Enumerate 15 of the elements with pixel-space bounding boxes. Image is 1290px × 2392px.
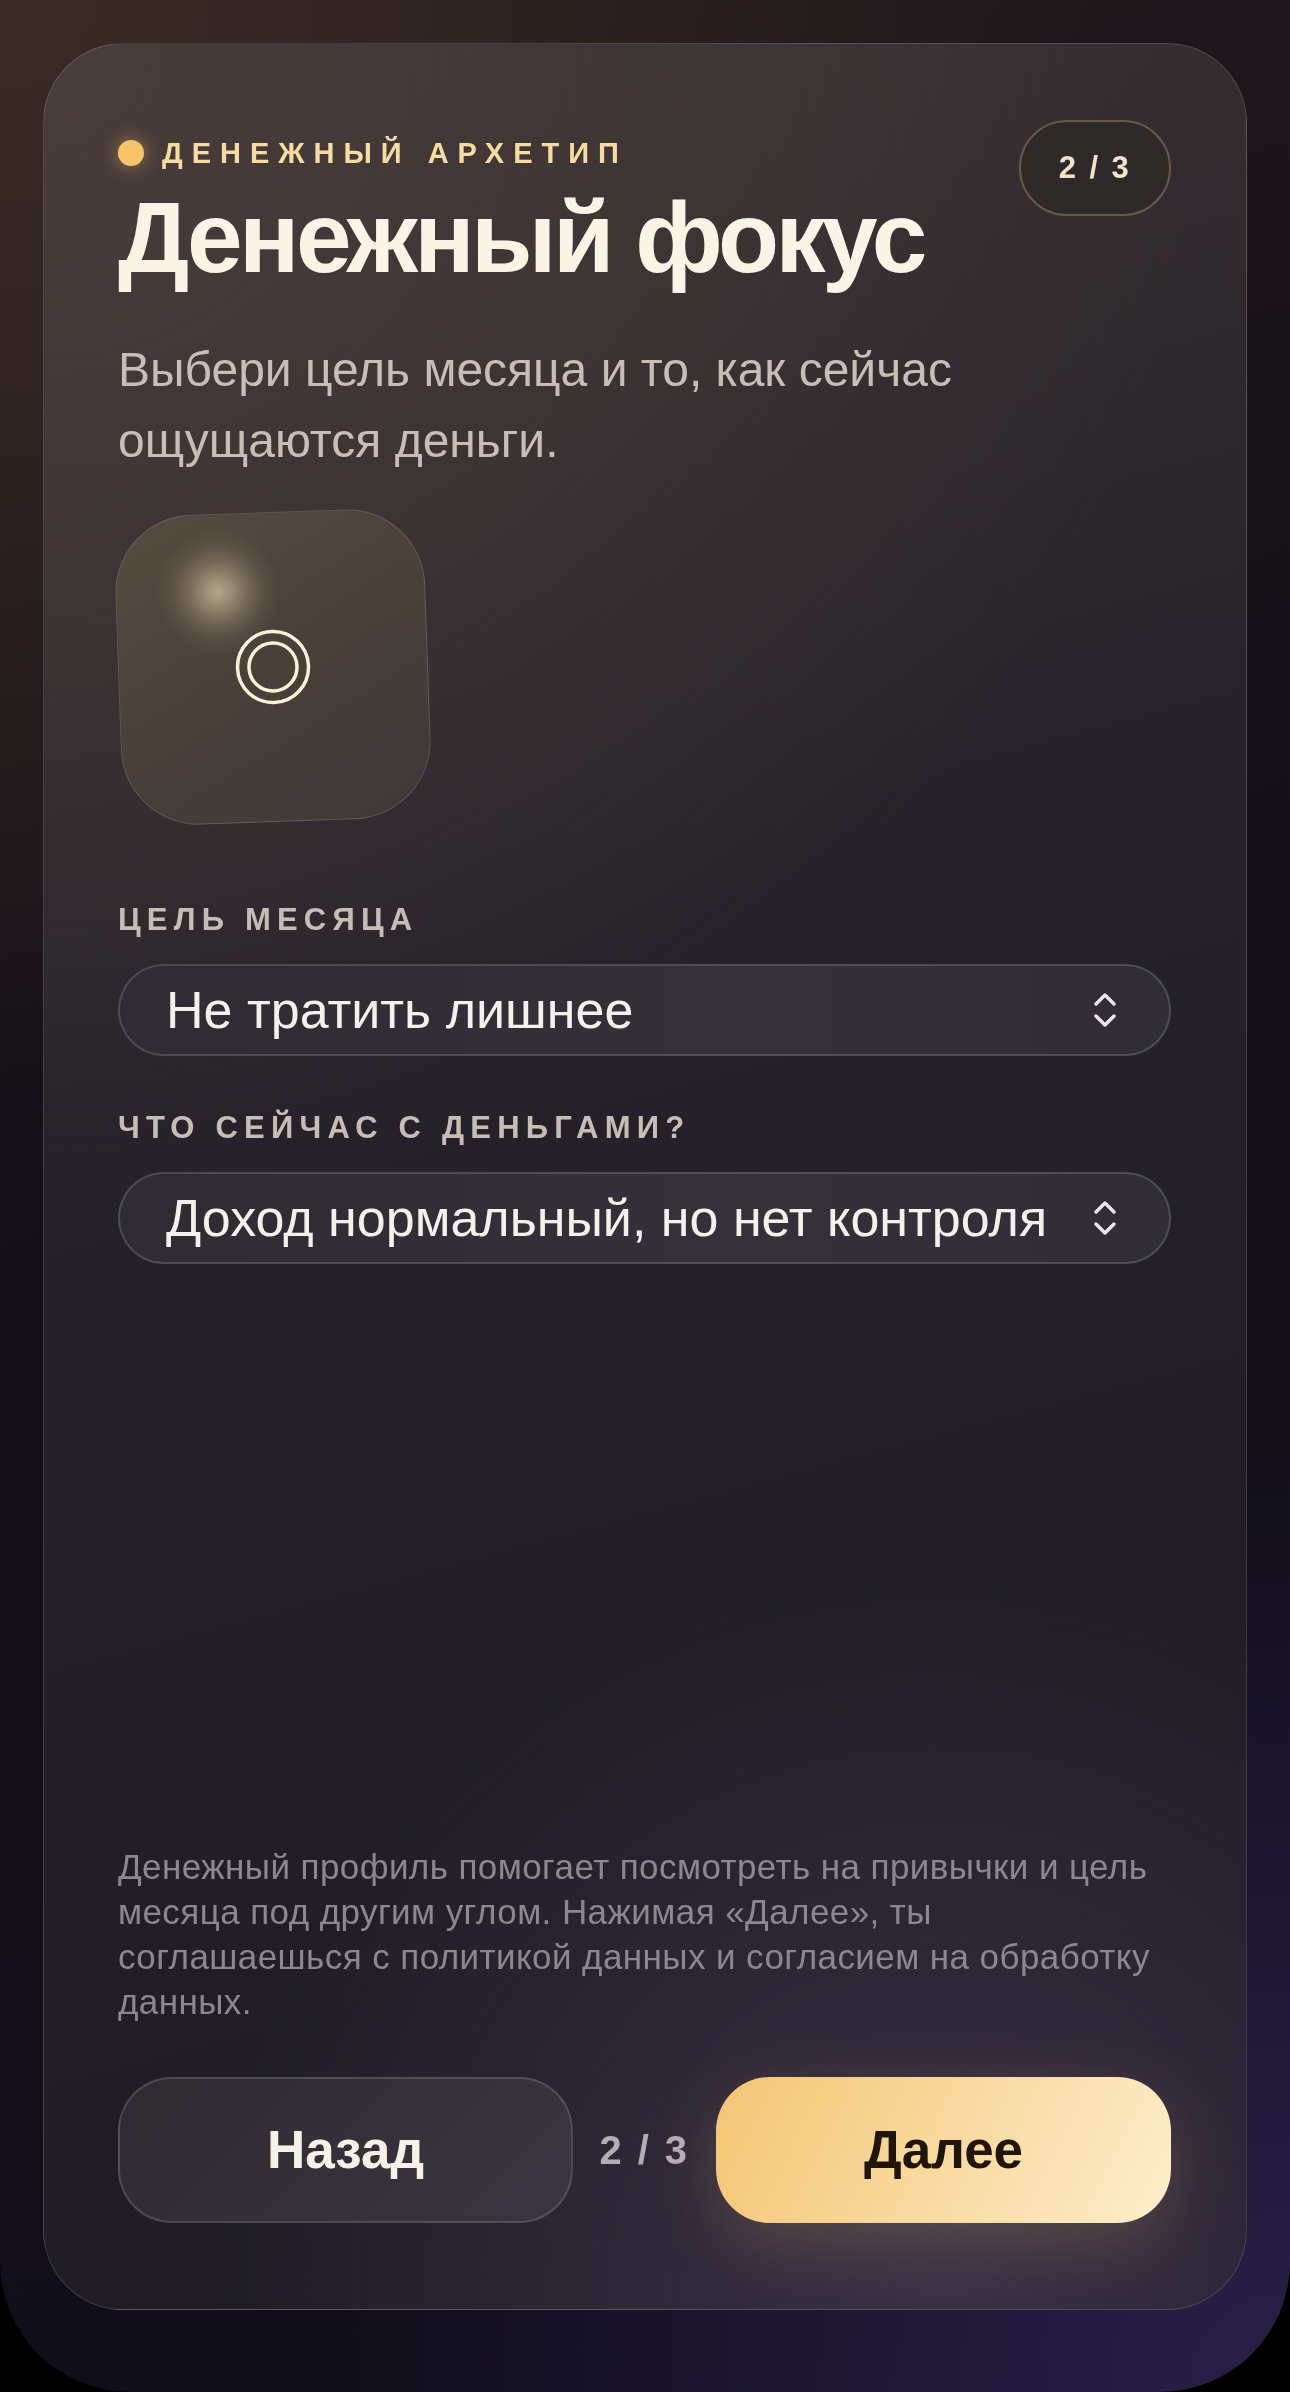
field-label: ЧТО СЕЙЧАС С ДЕНЬГАМИ?	[118, 1110, 692, 1146]
chevrons-up-down-icon	[1093, 991, 1117, 1029]
chevrons-up-down-icon	[1093, 1199, 1117, 1237]
step-badge: 2 / 3	[1019, 120, 1171, 216]
step-counter: 2 / 3	[599, 2127, 690, 2174]
back-button[interactable]: Назад	[118, 2077, 573, 2223]
next-button[interactable]: Далее	[716, 2077, 1171, 2223]
page-title: Денежный фокус	[118, 182, 926, 292]
field-label: ЦЕЛЬ МЕСЯЦА	[118, 902, 420, 938]
eyebrow-label: ДЕНЕЖНЫЙ АРХЕТИП	[162, 136, 628, 170]
subtitle-text: Выбери цель месяца и то, как сейчас ощущаются деньги.	[118, 342, 953, 469]
double-ring-icon	[233, 627, 313, 707]
select-field[interactable]: Не тратить лишнее	[118, 964, 1171, 1056]
disclaimer-text: Денежный профиль помогает посмотреть на привычки и цель месяца под другим углом. Нажимая «Далее», ты соглашаешься с политикой данных и согласием на обработку данных.	[118, 1846, 1151, 2023]
select-field[interactable]: Доход нормальный, но нет контроля	[118, 1172, 1171, 1264]
